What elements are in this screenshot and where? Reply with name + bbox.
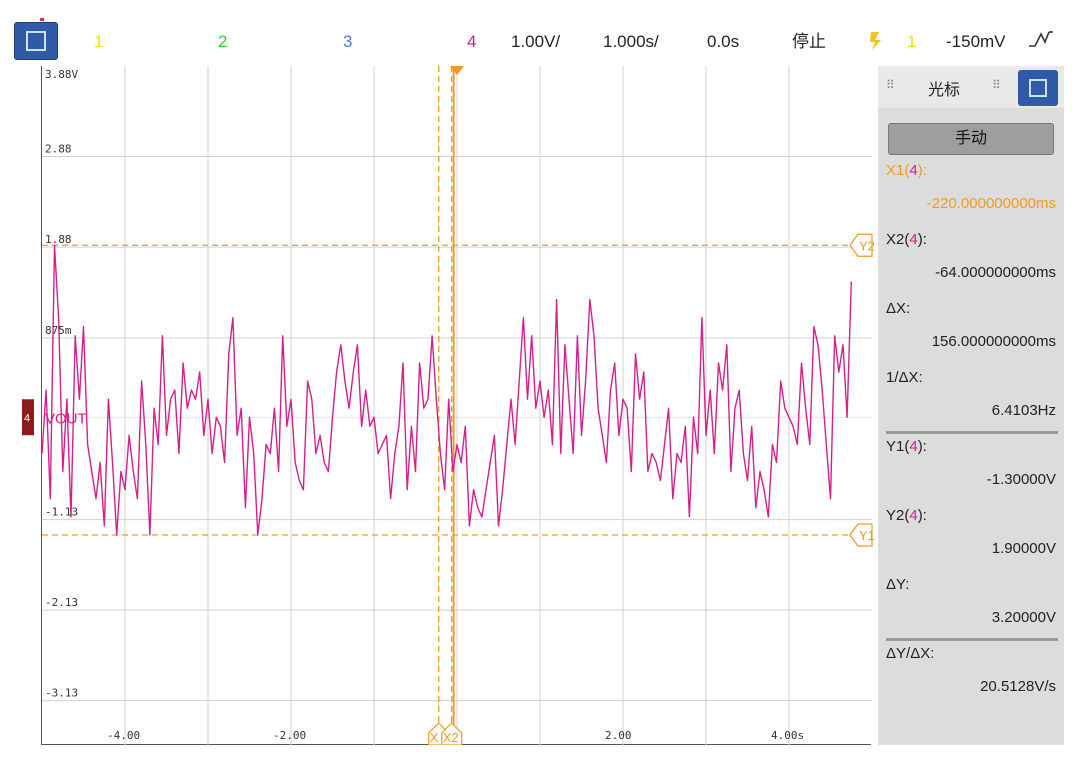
panel-separator <box>886 431 1058 434</box>
cursor-row-value: 6.4103Hz <box>991 402 1056 419</box>
channel-4-button[interactable]: 4 <box>467 30 476 54</box>
top-toolbar: 1 2 3 4 1.00V/ 1.000s/ 0.0s 停止 1 -150mV <box>0 0 1080 66</box>
cursor-row-label[interactable]: Y2(4): <box>886 507 927 524</box>
run-state[interactable]: 停止 <box>792 30 826 54</box>
cursor-label-text: 1/ΔX: <box>886 369 923 386</box>
y-tick-label: -3.13 <box>45 687 78 700</box>
cursor-x2-tag: X2 <box>443 730 459 745</box>
cursor-row-value: 1.90000V <box>991 540 1056 557</box>
cursor-channel-number: 4 <box>909 231 918 248</box>
channel-1-button[interactable]: 1 <box>94 30 103 54</box>
time-delay[interactable]: 0.0s <box>707 30 739 54</box>
cursor-label-suffix: ): <box>917 438 927 455</box>
y-tick-label: 2.88 <box>45 143 72 156</box>
time-scale[interactable]: 1.000s/ <box>603 30 659 54</box>
panel-menu-icon[interactable] <box>1018 70 1058 106</box>
channel-2-button[interactable]: 2 <box>218 30 227 54</box>
cursor-row-value: -1.30000V <box>986 471 1056 488</box>
cursor-label-text: Y2( <box>886 507 910 524</box>
cursor-mode-button[interactable]: 手动 <box>888 123 1054 155</box>
cursor-label-text: X2( <box>886 231 910 248</box>
cursor-label-text: ΔY: <box>886 576 910 593</box>
y-tick-label: -2.13 <box>45 596 78 609</box>
cursor-channel-number: 4 <box>909 162 918 179</box>
channel-marker-label: 4 <box>24 412 30 424</box>
cursor-y1-tag: Y1 <box>859 528 875 543</box>
menu-icon[interactable] <box>14 22 58 60</box>
cursor-row-label[interactable]: Y1(4): <box>886 438 927 455</box>
x-tick-label: -4.00 <box>107 729 140 742</box>
cursor-x1-tag: X <box>430 730 439 745</box>
waveform-svg[interactable]: Y2 Y1 X X2 3.88V 2.88 1.88 875m -1.13 -2.13 -3.13… <box>22 66 875 746</box>
cursor-row-label[interactable]: ΔY: <box>886 576 909 593</box>
cursor-row-value: 156.000000000ms <box>931 333 1056 350</box>
cursor-label-text: X1( <box>886 162 910 179</box>
trigger-channel[interactable]: 1 <box>907 30 916 54</box>
cursor-panel: ⠿ 光标 ⠿ 手动 X1(4): -220.000000000ms X2(4): -6… <box>878 66 1064 745</box>
cursor-row-label[interactable]: ΔY/ΔX: <box>886 645 934 662</box>
cursor-label-text: ΔY/ΔX: <box>886 645 935 662</box>
drag-handle-icon[interactable]: ⠿ <box>992 78 1001 92</box>
bottom-strip <box>0 745 1080 779</box>
cursor-row-label[interactable]: ΔX: <box>886 300 910 317</box>
cursor-row-label[interactable]: X2(4): <box>886 231 927 248</box>
x-tick-label: 4.00s <box>771 729 804 742</box>
channel-name-label: VOUT <box>45 410 87 427</box>
channel-3-button[interactable]: 3 <box>343 30 352 54</box>
trigger-slope-icon[interactable] <box>1027 28 1057 59</box>
cursor-channel-number: 4 <box>909 507 918 524</box>
cursor-label-suffix: ): <box>917 507 927 524</box>
x-tick-label: -2.00 <box>273 729 306 742</box>
y-tick-label: 875m <box>45 324 72 337</box>
cursor-label-suffix: ): <box>917 162 927 179</box>
vertical-scale[interactable]: 1.00V/ <box>511 30 560 54</box>
x-tick-label: 2.00 <box>605 729 632 742</box>
drag-handle-icon[interactable]: ⠿ <box>886 78 895 92</box>
trigger-level[interactable]: -150mV <box>946 30 1006 54</box>
panel-title: 光标 <box>928 82 961 99</box>
cursor-label-text: Y1( <box>886 438 910 455</box>
waveform-display[interactable]: Y2 Y1 X X2 3.88V 2.88 1.88 875m -1.13 -2.13 -3.13… <box>22 66 875 746</box>
panel-header: ⠿ 光标 ⠿ <box>878 66 1064 108</box>
status-dot <box>40 18 44 21</box>
cursor-label-text: ΔX: <box>886 300 911 317</box>
cursor-row-label[interactable]: 1/ΔX: <box>886 369 923 386</box>
cursor-row-value: 3.20000V <box>991 609 1056 626</box>
cursor-y2-tag: Y2 <box>859 238 875 253</box>
cursor-row-value: -64.000000000ms <box>935 264 1056 281</box>
y-tick-label: 3.88V <box>45 68 78 81</box>
panel-separator <box>886 638 1058 641</box>
cursor-row-label[interactable]: X1(4): <box>886 162 927 179</box>
cursor-channel-number: 4 <box>909 438 918 455</box>
cursor-row-value: -220.000000000ms <box>926 195 1056 212</box>
trigger-icon[interactable] <box>868 30 884 59</box>
cursor-label-suffix: ): <box>917 231 927 248</box>
waveform-trace <box>41 244 852 536</box>
y-tick-label: 1.88 <box>45 233 72 246</box>
y-tick-label: -1.13 <box>45 506 78 519</box>
cursor-row-value: 20.5128V/s <box>980 678 1056 695</box>
